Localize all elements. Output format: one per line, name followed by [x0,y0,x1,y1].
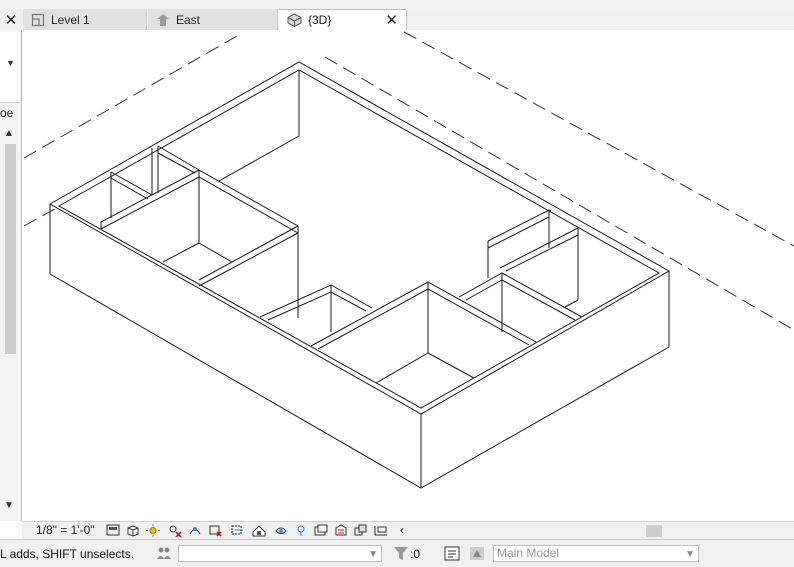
scroll-up-icon[interactable]: ▲ [4,128,14,139]
3d-view-icon [287,13,302,27]
tab-bar-strip [0,0,794,9]
sun-path-icon[interactable] [146,524,160,537]
tab-3d[interactable]: {3D} ✕ [279,9,407,30]
analytical-model-icon[interactable] [334,524,348,537]
section-box-lines [23,31,794,331]
drawing-canvas[interactable] [22,30,794,521]
workset-icon[interactable] [156,546,172,561]
detail-level-icon[interactable] [106,524,120,537]
chevron-down-icon[interactable]: ▼ [6,58,15,68]
crop-view-icon[interactable] [208,524,222,537]
tab-level-1[interactable]: Level 1 [23,9,147,30]
show-crop-region-icon[interactable] [230,524,244,537]
tab-label: Level 1 [51,12,90,27]
scroll-down-icon[interactable]: ▼ [4,500,14,511]
chevron-down-icon: ▼ [685,549,695,560]
model-selector-value: Main Model [497,546,560,560]
selection-count: :0 [410,547,421,561]
design-option-select[interactable]: Main Model ▼ [493,545,699,562]
status-bar: L adds, SHIFT unselects. ▼ :0 Main Model… [0,539,794,567]
temporary-hide-icon[interactable] [274,524,288,537]
worksharing-display-icon[interactable] [314,524,328,537]
tab-label: {3D} [308,13,332,27]
3d-model-view [23,31,794,489]
view-tab-bar: ✕ Level 1 East {3D} ✕ [0,0,794,31]
elevation-icon [157,13,169,26]
close-tab-icon[interactable]: ✕ [385,11,398,29]
active-workset-select[interactable]: ▼ [178,545,382,562]
shadows-icon[interactable] [168,524,182,537]
reveal-hidden-icon[interactable] [294,524,308,537]
panel-label: oe [0,106,14,120]
properties-panel: ▼ oe ▲ ▼ [0,30,22,521]
tab-east[interactable]: East [148,9,278,30]
filter-icon[interactable] [393,546,409,561]
interior-walls-center[interactable] [259,281,537,384]
floor-plan-icon [31,13,45,26]
tab-label: East [176,12,201,27]
status-message: L adds, SHIFT unselects. [0,547,135,561]
chevron-left-icon[interactable]: ‹ [400,523,404,537]
design-options-icon[interactable] [469,546,485,561]
editable-only-icon[interactable] [444,546,460,561]
rendering-icon[interactable] [188,524,202,537]
interior-walls-right[interactable] [458,209,583,332]
close-icon[interactable]: ✕ [0,9,22,30]
highlight-displacement-icon[interactable] [354,524,368,537]
chevron-down-icon: ▼ [368,549,378,560]
view-control-bar: 1/8" = 1'-0" ‹ [22,521,794,539]
visual-style-icon[interactable] [126,524,140,537]
interior-walls-left[interactable] [100,145,299,318]
view-scale[interactable]: 1/8" = 1'-0" [36,523,95,537]
unlock-3d-view-icon[interactable] [252,524,266,537]
constraints-icon[interactable] [374,524,388,537]
horizontal-scrollbar-thumb[interactable] [646,525,662,537]
vertical-scrollbar-thumb[interactable] [5,144,16,354]
